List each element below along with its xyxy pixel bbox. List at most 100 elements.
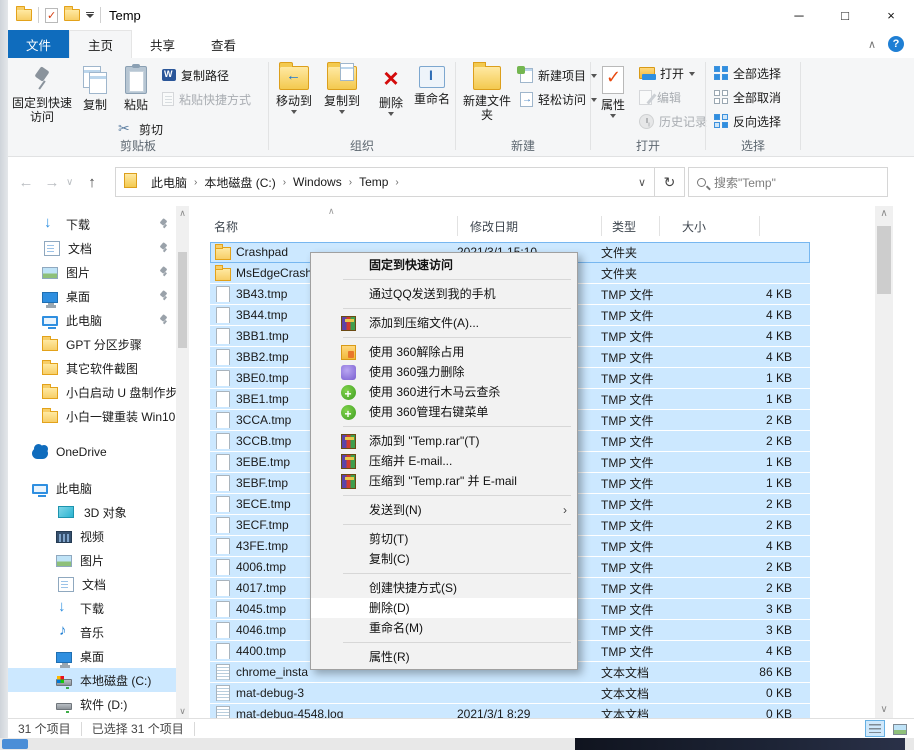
sidebar-item-label: 文档 <box>68 240 92 257</box>
sidebar-item-OneDrive[interactable]: OneDrive <box>8 440 176 464</box>
rename-button[interactable]: 重命名 <box>411 61 453 107</box>
edit-button[interactable]: 编辑 <box>635 86 685 108</box>
menu-item[interactable]: 使用 360进行木马云查杀 <box>311 382 577 402</box>
column-header-type[interactable]: 类型 <box>612 218 636 235</box>
sidebar-item-其它软件截图[interactable]: 其它软件截图 <box>8 356 176 380</box>
recent-locations-icon[interactable]: ∨ <box>66 177 78 188</box>
minimize-button[interactable]: ─ <box>776 0 822 30</box>
sidebar-item-软件-(D:)[interactable]: 软件 (D:) <box>8 692 176 716</box>
paste-button[interactable]: 粘贴 <box>116 61 156 113</box>
scroll-down-icon[interactable]: ∨ <box>176 704 189 718</box>
scroll-up-icon[interactable]: ∧ <box>176 206 189 220</box>
menu-item[interactable]: 发送到(N)› <box>311 500 577 520</box>
sidebar-scrollbar[interactable]: ∧ ∨ <box>176 206 189 718</box>
up-button[interactable]: ↑ <box>80 174 104 191</box>
file-size: 2 KB <box>672 518 800 532</box>
close-button[interactable]: × <box>868 0 914 30</box>
open-button[interactable]: 打开 <box>635 62 699 84</box>
sidebar-item-此电脑[interactable]: 此电脑 <box>8 308 176 332</box>
column-header-name[interactable]: 名称 <box>214 218 238 235</box>
sidebar-item-文档[interactable]: 文档 <box>8 236 176 260</box>
sidebar-item-小白启动-U-盘制作步[interactable]: 小白启动 U 盘制作步 <box>8 380 176 404</box>
tab-file[interactable]: 文件 <box>8 30 69 58</box>
address-dropdown-icon[interactable]: ∨ <box>630 176 654 189</box>
breadcrumb-item[interactable]: 此电脑 <box>145 174 193 191</box>
sidebar-item-桌面[interactable]: 桌面 <box>8 284 176 308</box>
file-size: 2 KB <box>672 434 800 448</box>
address-box[interactable]: 此电脑›本地磁盘 (C:)›Windows›Temp› ∨ <box>115 167 655 197</box>
menu-item[interactable]: 压缩到 "Temp.rar" 并 E-mail <box>311 471 577 491</box>
easy-access-button[interactable]: 轻松访问 <box>516 88 601 110</box>
breadcrumb-item[interactable]: 本地磁盘 (C:) <box>198 174 281 191</box>
sidebar-item-本地磁盘-(C:)[interactable]: 本地磁盘 (C:) <box>8 668 176 692</box>
column-header-size[interactable]: 大小 <box>682 218 706 235</box>
sidebar-item-视频[interactable]: 视频 <box>8 524 176 548</box>
sidebar-item-图片[interactable]: 图片 <box>8 260 176 284</box>
menu-item[interactable]: 创建快捷方式(S) <box>311 578 577 598</box>
details-view-button[interactable] <box>866 721 884 736</box>
breadcrumb-item[interactable]: Windows <box>287 175 348 189</box>
tab-share[interactable]: 共享 <box>132 30 193 58</box>
sidebar-item-桌面[interactable]: 桌面 <box>8 644 176 668</box>
file-row[interactable]: mat-debug-4548.log2021/3/1 8:29文本文档0 KB <box>210 704 810 718</box>
properties-qat-icon[interactable] <box>45 8 58 23</box>
menu-item[interactable]: 添加到 "Temp.rar"(T) <box>311 431 577 451</box>
menu-item[interactable]: 属性(R) <box>311 647 577 667</box>
collapse-ribbon-icon[interactable]: ∧ <box>868 38 876 51</box>
sidebar-item-小白一键重装-Win10[interactable]: 小白一键重装 Win10 <box>8 404 176 428</box>
sidebar-item-下载[interactable]: 下载 <box>8 212 176 236</box>
breadcrumb-item[interactable]: Temp <box>353 175 394 189</box>
history-button[interactable]: 历史记录 <box>635 110 711 132</box>
large-icons-view-button[interactable] <box>890 721 908 736</box>
menu-item[interactable]: 压缩并 E-mail... <box>311 451 577 471</box>
menu-item[interactable]: 使用 360解除占用 <box>311 342 577 362</box>
tab-view[interactable]: 查看 <box>193 30 254 58</box>
forward-button[interactable]: → <box>40 174 64 191</box>
sidebar-item-GPT-分区步骤[interactable]: GPT 分区步骤 <box>8 332 176 356</box>
new-folder-button[interactable]: 新建文件夹 <box>460 61 514 123</box>
sidebar-item-3D-对象[interactable]: 3D 对象 <box>8 500 176 524</box>
scrollbar-thumb[interactable] <box>178 252 187 348</box>
copy-to-button[interactable]: 复制到 <box>319 61 365 115</box>
sidebar-item-label: GPT 分区步骤 <box>66 336 142 353</box>
maximize-button[interactable]: □ <box>822 0 868 30</box>
sidebar-item-此电脑[interactable]: 此电脑 <box>8 476 176 500</box>
sidebar-item-文档[interactable]: 文档 <box>8 572 176 596</box>
menu-item[interactable]: 删除(D) <box>311 598 577 618</box>
menu-item[interactable]: 复制(C) <box>311 549 577 569</box>
menu-item[interactable]: 添加到压缩文件(A)... <box>311 313 577 333</box>
scroll-down-icon[interactable]: ∨ <box>875 702 893 718</box>
menu-item[interactable]: 固定到快速访问 <box>311 255 577 275</box>
filelist-scrollbar[interactable]: ∧ ∨ <box>875 206 893 718</box>
help-icon[interactable]: ? <box>888 36 904 52</box>
menu-item[interactable]: 重命名(M) <box>311 618 577 638</box>
delete-button[interactable]: × 删除 <box>371 61 411 117</box>
scrollbar-thumb[interactable] <box>877 226 891 294</box>
invert-selection-button[interactable]: 反向选择 <box>710 110 785 132</box>
move-to-button[interactable]: 移动到 <box>271 61 317 115</box>
back-button[interactable]: ← <box>14 174 38 191</box>
menu-item[interactable]: 通过QQ发送到我的手机 <box>311 284 577 304</box>
select-all-button[interactable]: 全部选择 <box>710 62 785 84</box>
file-row[interactable]: mat-debug-3文本文档0 KB <box>210 683 810 704</box>
column-header-date[interactable]: 修改日期 <box>470 218 518 235</box>
sidebar-item-图片[interactable]: 图片 <box>8 548 176 572</box>
pin-to-quick-access-button[interactable]: 固定到快速访问 <box>10 61 74 125</box>
qat-customize-icon[interactable] <box>86 12 94 18</box>
menu-item[interactable]: 使用 360强力删除 <box>311 362 577 382</box>
sidebar-item-音乐[interactable]: 音乐 <box>8 620 176 644</box>
copy-button[interactable]: 复制 <box>76 61 114 113</box>
refresh-button[interactable]: ↻ <box>655 167 685 197</box>
search-input[interactable]: 搜索"Temp" <box>688 167 888 197</box>
new-folder-qat-icon[interactable] <box>64 9 80 21</box>
scroll-up-icon[interactable]: ∧ <box>875 206 893 222</box>
menu-item[interactable]: 使用 360管理右键菜单 <box>311 402 577 422</box>
properties-button[interactable]: 属性 <box>593 61 633 119</box>
select-none-button[interactable]: 全部取消 <box>710 86 785 108</box>
tab-home[interactable]: 主页 <box>69 30 132 58</box>
paste-shortcut-button[interactable]: 粘贴快捷方式 <box>158 88 255 110</box>
sidebar-item-下载[interactable]: 下载 <box>8 596 176 620</box>
menu-item[interactable]: 剪切(T) <box>311 529 577 549</box>
copy-path-button[interactable]: 复制路径 <box>158 64 233 86</box>
new-item-button[interactable]: 新建项目 <box>516 64 601 86</box>
